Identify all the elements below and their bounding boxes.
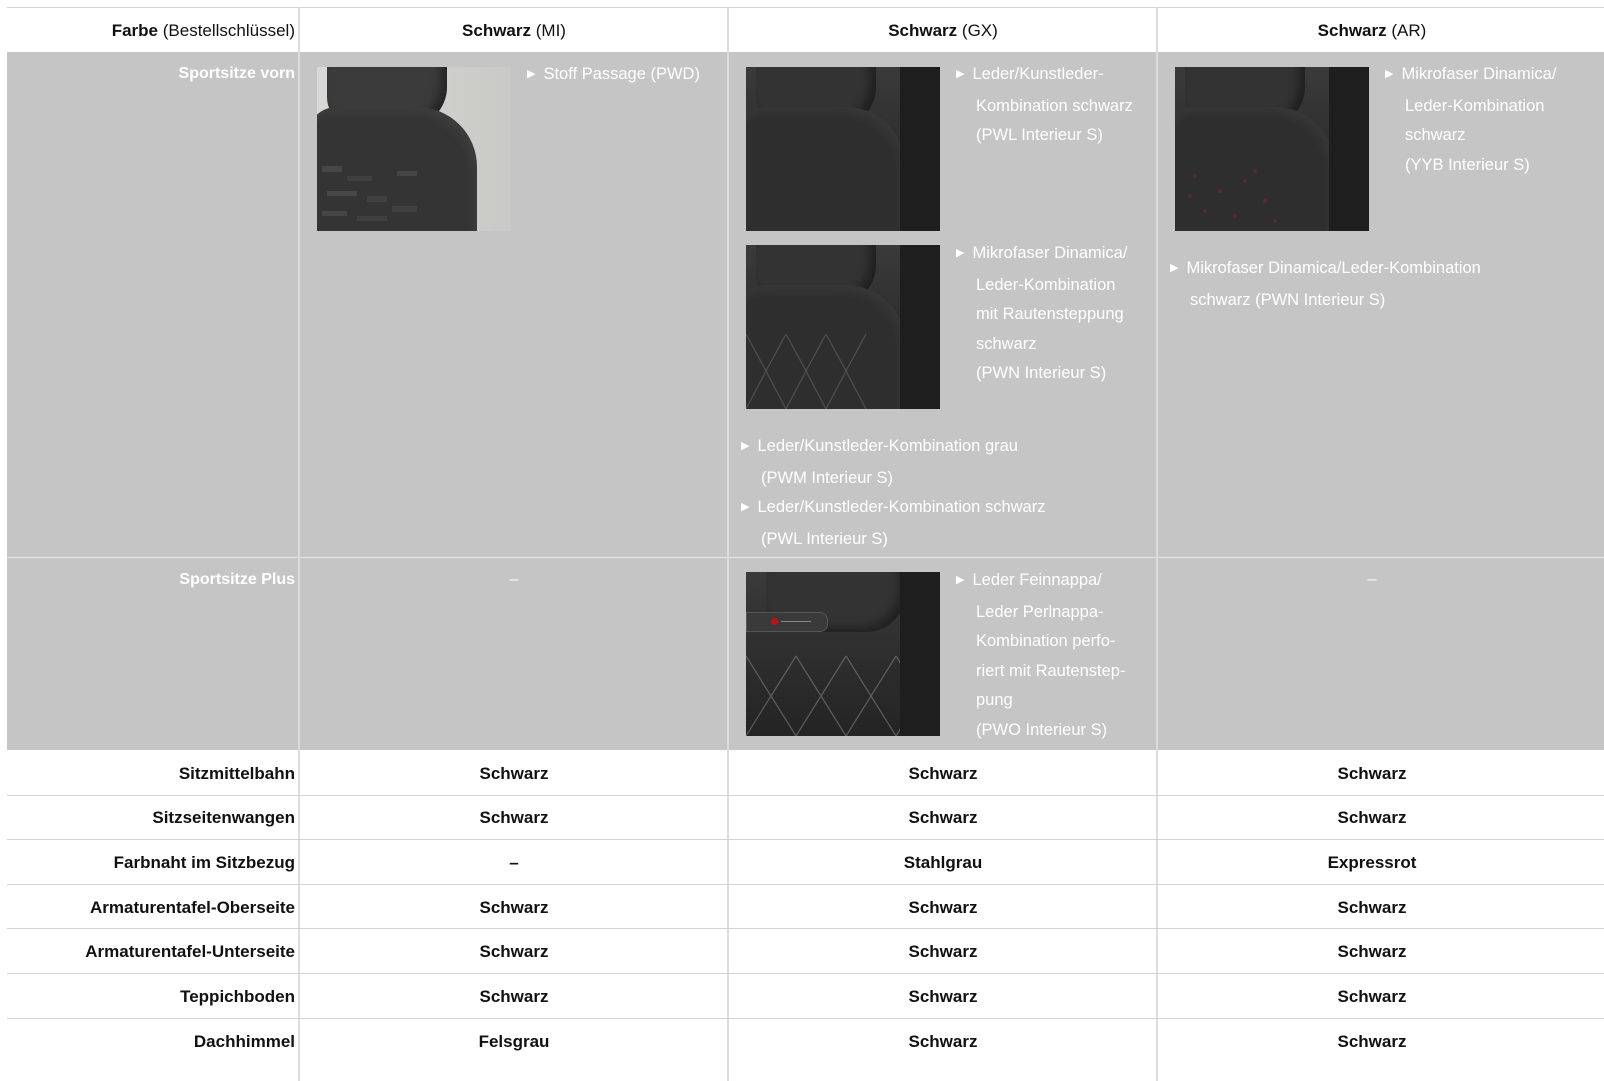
seat-image-stoff-passage (317, 67, 511, 231)
row-label-sitzmittelbahn: Sitzmittelbahn (178, 764, 295, 783)
column-header-mi-code: (MI) (535, 21, 566, 40)
pwo-line6: (PWO Interieur S) (976, 720, 1108, 739)
sportsitze-plus-col3-dash: – (1367, 571, 1377, 588)
row-value: Schwarz (908, 808, 978, 827)
column-header-gx-code: (GX) (961, 21, 998, 40)
arrow-icon: ▶ (527, 68, 536, 80)
row-value: Schwarz (1337, 942, 1407, 961)
pwn-line1: Mikrofaser Dinamica/ (972, 244, 1128, 262)
column-header-gx-bold: Schwarz (888, 21, 958, 40)
row-value: Stahlgrau (903, 853, 983, 872)
row-label-sitzseitenwangen: Sitzseitenwangen (152, 808, 295, 827)
seat-image-pwo (746, 572, 940, 736)
pwn-line4: schwarz (976, 334, 1037, 353)
pwo-line3: Kombination perfo- (976, 632, 1116, 651)
row-value: Schwarz (479, 942, 549, 961)
pwn-line3: mit Rautensteppung (976, 305, 1124, 324)
yyb-line3: schwarz (1405, 126, 1466, 145)
row-label-farbnaht: Farbnaht im Sitzbezug (113, 853, 295, 872)
pwn3-line1: Mikrofaser Dinamica/Leder-Kombination (1186, 259, 1481, 277)
pwn-line2: Leder-Kombination (976, 275, 1116, 294)
row-value: – (509, 853, 519, 872)
column-header-ar-bold: Schwarz (1317, 21, 1387, 40)
column-header-ar: Schwarz (AR) (1158, 21, 1586, 41)
pwo-line2: Leder Perlnappa- (976, 602, 1104, 621)
row-value: Schwarz (479, 764, 549, 783)
pwl-line2: Kombination schwarz (976, 96, 1133, 115)
pwm-line2: (PWM Interieur S) (761, 468, 894, 487)
arrow-icon: ▶ (956, 68, 965, 80)
fabric-pattern-icon (322, 166, 417, 221)
pwl-line1: Leder/Kunstleder- (972, 65, 1104, 83)
row-value: Schwarz (1337, 898, 1407, 917)
arrow-icon: ▶ (741, 501, 750, 514)
yyb-line4: (YYB Interieur S) (1405, 155, 1530, 174)
red-fabric-icon (1188, 169, 1277, 223)
pwm-line1: Leder/Kunstleder-Kombination grau (757, 437, 1018, 455)
row-value: Felsgrau (478, 1032, 550, 1051)
arrow-icon: ▶ (1170, 262, 1179, 274)
header-label: Farbe (Bestellschlüssel) (7, 21, 295, 41)
row-label-armaturentafel-oberseite: Armaturentafel-Oberseite (89, 898, 295, 917)
pwl-desc: ▶ Leder/Kunstleder- Kombination schwarz (… (956, 60, 1156, 151)
col3-extra-items: ▶ Mikrofaser Dinamica/Leder-Kombination s… (1170, 254, 1590, 315)
sportsitze-plus-col1-dash: – (509, 571, 519, 588)
s-badge (746, 612, 828, 632)
arrow-icon: ▶ (956, 247, 965, 259)
yyb-line2: Leder-Kombination (1405, 96, 1545, 115)
row-value: Schwarz (908, 1032, 978, 1051)
row-value: Schwarz (908, 942, 978, 961)
diamond-stitch-icon (746, 334, 867, 409)
column-header-gx: Schwarz (GX) (729, 21, 1157, 41)
pwo-line4: riert mit Rautenstep- (976, 661, 1126, 680)
yyb-line1: Mikrofaser Dinamica/ (1401, 65, 1557, 83)
stoff-passage-text: Stoff Passage (PWD) (543, 65, 700, 83)
column-header-mi-bold: Schwarz (462, 21, 532, 40)
pwo-desc: ▶ Leder Feinnappa/ Leder Perlnappa- Kombi… (956, 566, 1156, 746)
sportsitze-vorn-label: Sportsitze vorn (178, 65, 295, 82)
row-value: Schwarz (908, 987, 978, 1006)
pwl-line3: (PWL Interieur S) (976, 126, 1103, 145)
row-value: Schwarz (1337, 1032, 1407, 1051)
col2-extra-items: ▶ Leder/Kunstleder-Kombination grau (PWM … (741, 432, 1151, 554)
seat-image-yyb (1175, 67, 1369, 231)
stoff-passage-desc: ▶ Stoff Passage (PWD) (527, 60, 722, 92)
header-label-normal: (Bestellschlüssel) (162, 21, 295, 40)
row-label-dachhimmel: Dachhimmel (193, 1032, 295, 1051)
row-value: Schwarz (1337, 808, 1407, 827)
yyb-desc: ▶ Mikrofaser Dinamica/ Leder-Kombination … (1385, 60, 1604, 180)
pwn-desc: ▶ Mikrofaser Dinamica/ Leder-Kombination … (956, 239, 1156, 389)
row-value: Schwarz (1337, 987, 1407, 1006)
column-header-mi: Schwarz (MI) (300, 21, 728, 41)
sportsitze-plus-label: Sportsitze Plus (179, 571, 295, 588)
row-value: Schwarz (908, 898, 978, 917)
row-value: Schwarz (1337, 764, 1407, 783)
pwo-line1: Leder Feinnappa/ (972, 571, 1102, 589)
row-value: Schwarz (479, 898, 549, 917)
pwn3-line2: schwarz (PWN Interieur S) (1190, 290, 1386, 309)
row-value: Schwarz (908, 764, 978, 783)
column-header-ar-code: (AR) (1391, 21, 1427, 40)
arrow-icon: ▶ (741, 440, 750, 452)
pwl2-line2: (PWL Interieur S) (761, 529, 888, 548)
pwl2-line1: Leder/Kunstleder-Kombination schwarz (757, 498, 1046, 517)
arrow-icon: ▶ (956, 574, 965, 586)
seat-image-pwn (746, 245, 940, 409)
seat-image-pwl (746, 67, 940, 231)
row-value: Expressrot (1327, 853, 1417, 872)
pwo-line5: pung (976, 691, 1013, 710)
row-value: Schwarz (479, 808, 549, 827)
pwn-line5: (PWN Interieur S) (976, 364, 1107, 383)
row-label-armaturentafel-unterseite: Armaturentafel-Unterseite (85, 942, 295, 961)
row-value: Schwarz (479, 987, 549, 1006)
header-label-bold: Farbe (111, 21, 158, 40)
arrow-icon: ▶ (1385, 68, 1394, 80)
row-label-teppichboden: Teppichboden (180, 987, 295, 1006)
